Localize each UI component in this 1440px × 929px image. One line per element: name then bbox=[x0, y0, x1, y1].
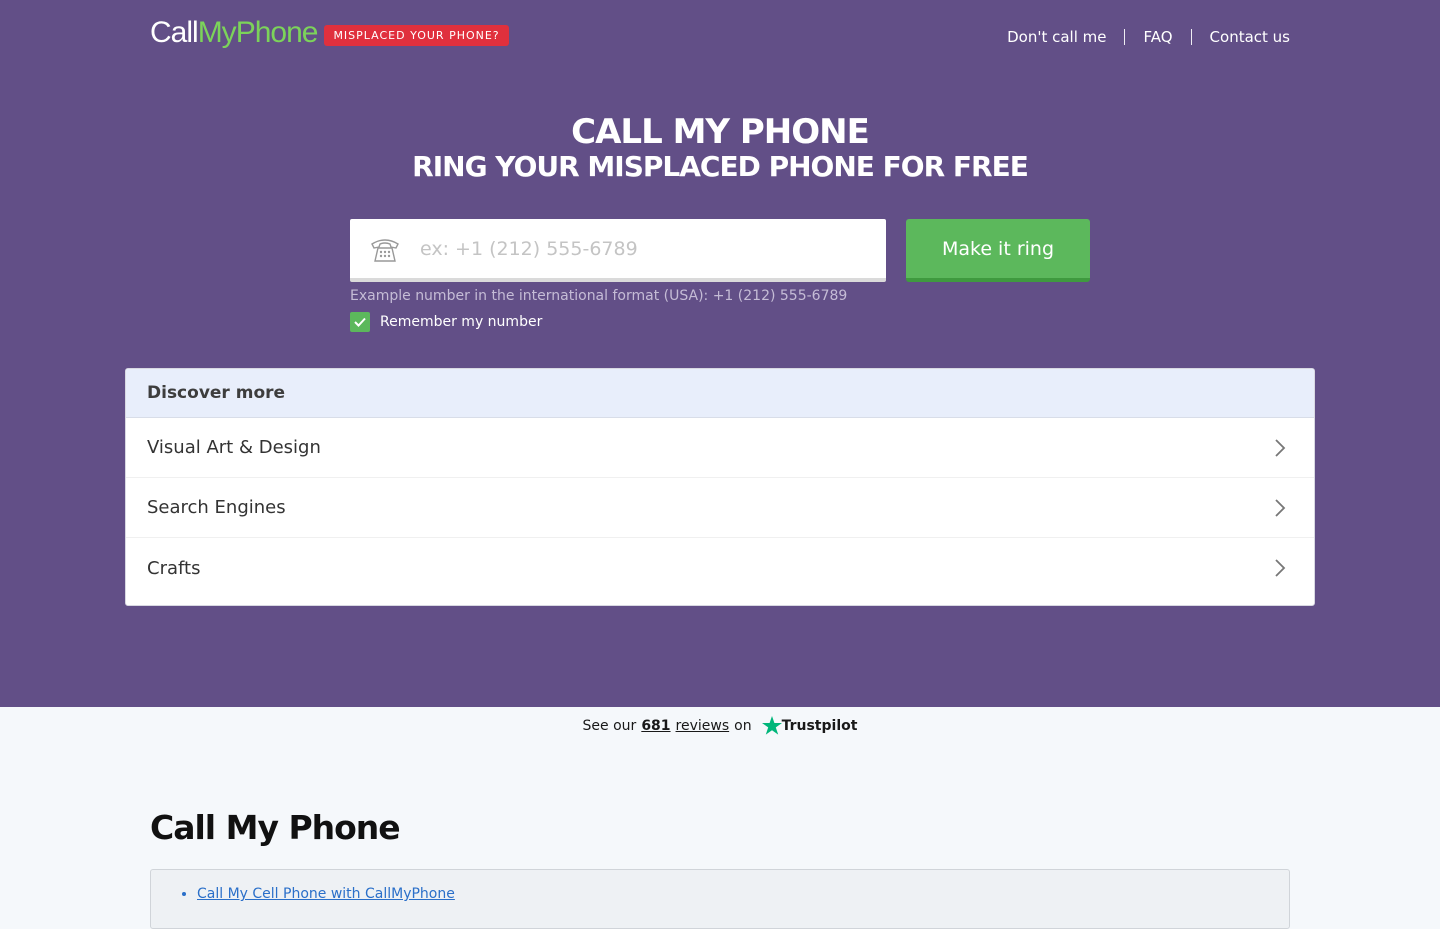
reviews-link[interactable]: reviews bbox=[676, 718, 730, 734]
trustpilot-star-icon bbox=[761, 716, 782, 735]
site-logo[interactable]: Call My Phone MISPLACED YOUR PHONE? bbox=[150, 16, 509, 50]
telephone-icon bbox=[350, 235, 420, 263]
discover-item-search-engines[interactable]: Search Engines bbox=[126, 478, 1314, 538]
discover-more-panel: Discover more Visual Art & Design Search… bbox=[125, 368, 1315, 606]
hero-section: Call My Phone MISPLACED YOUR PHONE? Don'… bbox=[0, 0, 1440, 707]
nav-divider bbox=[1190, 29, 1192, 45]
trustpilot-widget[interactable]: See our 681 reviews on Trustpilot bbox=[0, 716, 1440, 735]
discover-item-crafts[interactable]: Crafts bbox=[126, 538, 1314, 598]
nav-dont-call-me[interactable]: Don't call me bbox=[989, 28, 1124, 46]
page-title: CALL MY PHONE bbox=[571, 112, 870, 152]
discover-more-title: Discover more bbox=[126, 369, 1314, 418]
trust-on: on bbox=[734, 717, 752, 734]
page-subtitle: RING YOUR MISPLACED PHONE FOR FREE bbox=[412, 150, 1029, 183]
discover-item-label: Search Engines bbox=[147, 497, 286, 518]
chevron-right-icon bbox=[1275, 559, 1286, 577]
content-heading: Call My Phone bbox=[150, 808, 401, 847]
logo-call-text: Call bbox=[150, 16, 199, 49]
chevron-right-icon bbox=[1275, 498, 1286, 517]
misplaced-badge: MISPLACED YOUR PHONE? bbox=[324, 24, 509, 46]
trustpilot-brand: Trustpilot bbox=[781, 717, 858, 734]
discover-item-label: Visual Art & Design bbox=[147, 437, 321, 458]
discover-item-visual-art[interactable]: Visual Art & Design bbox=[126, 418, 1314, 478]
remember-checkbox[interactable] bbox=[350, 312, 370, 332]
phone-number-input[interactable] bbox=[420, 237, 860, 260]
nav-contact-us[interactable]: Contact us bbox=[1192, 28, 1290, 46]
nav-divider bbox=[1124, 29, 1126, 45]
remember-label: Remember my number bbox=[380, 314, 543, 330]
remember-number-option[interactable]: Remember my number bbox=[350, 312, 542, 332]
chevron-right-icon bbox=[1275, 438, 1286, 457]
discover-item-label: Crafts bbox=[147, 557, 201, 579]
nav-faq[interactable]: FAQ bbox=[1125, 28, 1190, 46]
top-nav: Don't call me FAQ Contact us bbox=[989, 28, 1290, 46]
trustpilot-logo[interactable]: Trustpilot bbox=[761, 716, 858, 735]
checkmark-icon bbox=[354, 317, 366, 327]
trust-prefix: See our bbox=[582, 717, 637, 734]
phone-input-box bbox=[350, 219, 886, 282]
phone-format-hint: Example number in the international form… bbox=[350, 288, 848, 304]
table-of-contents: Call My Cell Phone with CallMyPhone bbox=[150, 869, 1290, 929]
logo-my-text: My bbox=[197, 16, 237, 49]
make-it-ring-button[interactable]: Make it ring bbox=[906, 219, 1090, 282]
logo-phone-text: Phone bbox=[235, 16, 319, 49]
review-count[interactable]: 681 bbox=[641, 718, 670, 734]
